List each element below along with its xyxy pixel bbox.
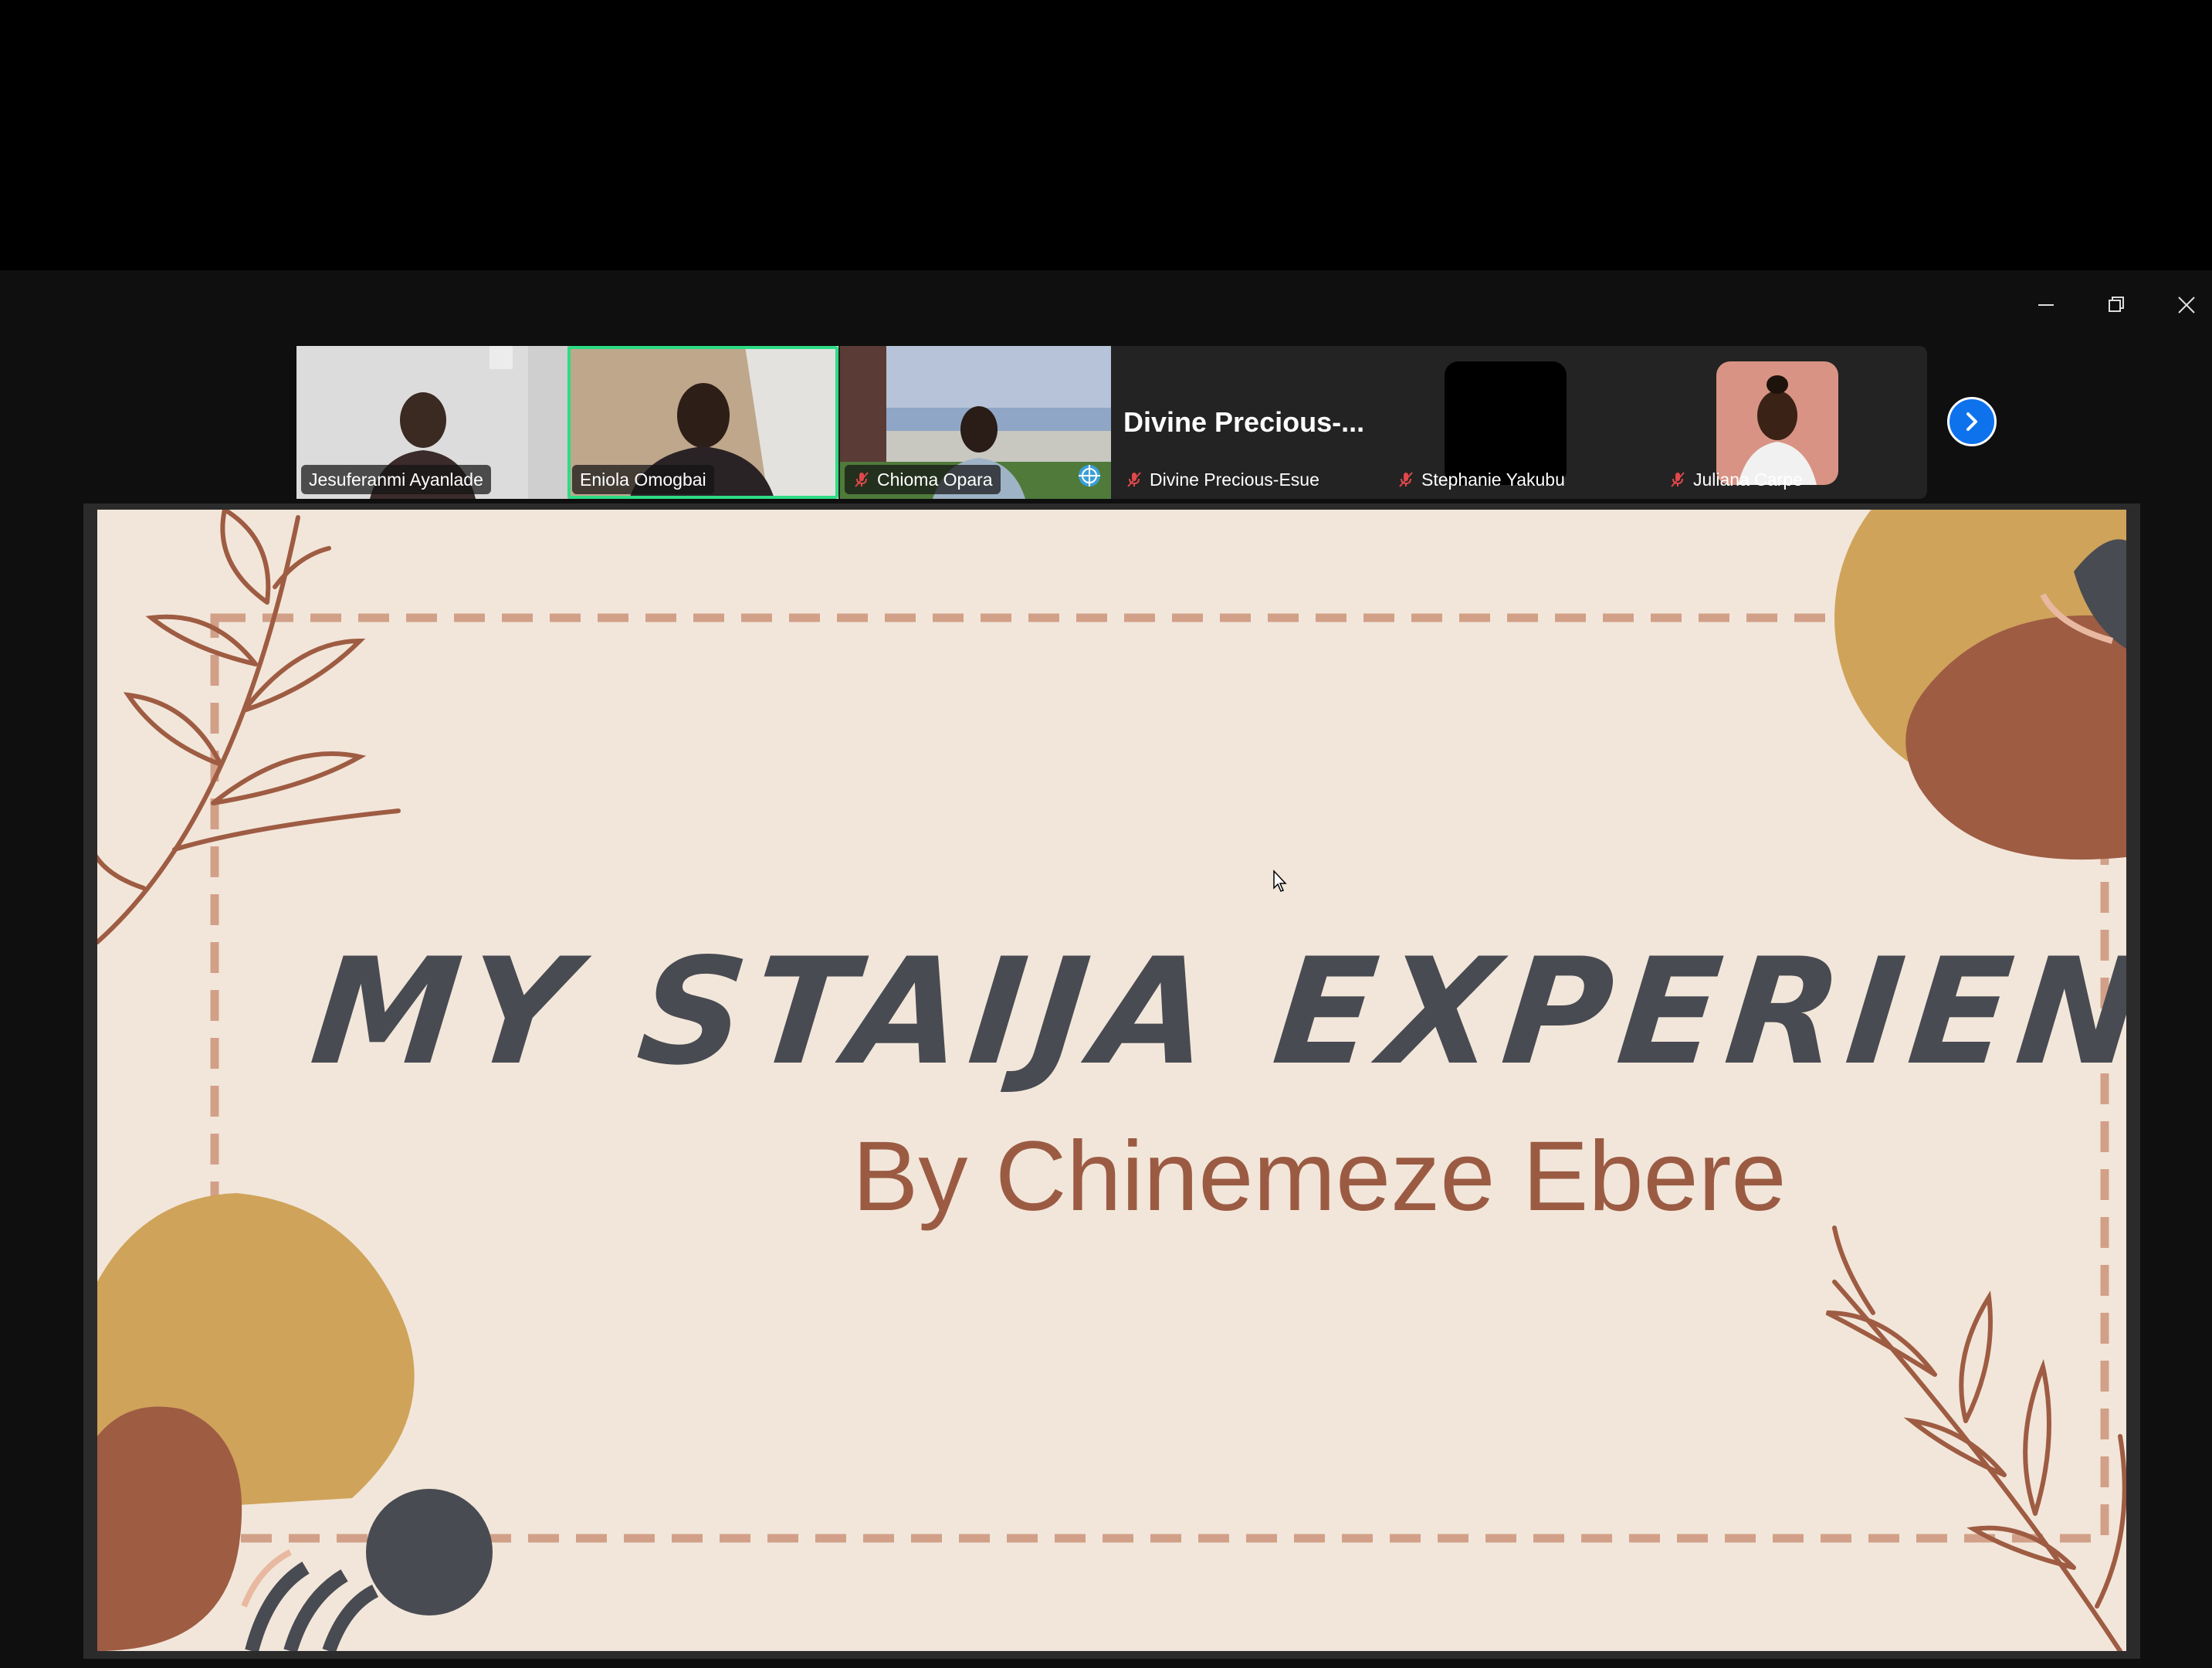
- participant-tile[interactable]: Divine Precious-... Divine Precious-Esue: [1113, 346, 1384, 499]
- restore-button[interactable]: [2093, 287, 2139, 323]
- participant-name-tag: Stephanie Yakubu: [1389, 465, 1573, 494]
- minimize-button[interactable]: [2023, 287, 2069, 323]
- restore-icon: [2109, 297, 2124, 312]
- close-icon: [2178, 297, 2195, 314]
- shared-slide: MY STAIJA EXPERIENCE By Chinemeze Ebere: [97, 510, 2126, 1651]
- mouse-cursor-icon: [1273, 870, 1287, 892]
- participant-name-tag: Divine Precious-Esue: [1117, 465, 1327, 494]
- muted-microphone-icon: [1668, 470, 1687, 489]
- participant-tile[interactable]: Stephanie Yakubu: [1384, 346, 1655, 499]
- participant-name: Jesuferanmi Ayanlade: [309, 469, 483, 490]
- participant-name: Eniola Omogbai: [580, 469, 706, 490]
- participant-display-title: Divine Precious-...: [1123, 406, 1365, 438]
- slide-title: MY STAIJA EXPERIENCE: [304, 927, 2126, 1097]
- participant-name-tag: Juliana Carpe: [1661, 465, 1811, 494]
- next-participants-button[interactable]: [1947, 397, 1997, 446]
- participant-name-tag: Eniola Omogbai: [572, 465, 714, 494]
- muted-microphone-icon: [1125, 470, 1143, 489]
- participant-tile[interactable]: Jesuferanmi Ayanlade: [296, 346, 567, 499]
- participant-name-tag: Chioma Opara: [845, 465, 1001, 494]
- muted-microphone-icon: [1397, 470, 1415, 489]
- participant-name: Juliana Carpe: [1693, 469, 1803, 490]
- minimize-icon: [2038, 304, 2054, 306]
- screen-top-black-area: [0, 0, 2212, 270]
- participant-name-tag: Jesuferanmi Ayanlade: [301, 465, 491, 494]
- participant-name: Chioma Opara: [877, 469, 993, 490]
- participant-tile[interactable]: Juliana Carpe: [1656, 346, 1927, 499]
- participant-tile-active-speaker[interactable]: Eniola Omogbai: [567, 346, 838, 499]
- slide-subtitle: By Chinemeze Ebere: [852, 1121, 1787, 1232]
- chevron-right-icon: [1966, 412, 1977, 431]
- close-button[interactable]: [2163, 287, 2210, 323]
- participant-tile[interactable]: Chioma Opara: [840, 346, 1111, 499]
- participant-name: Divine Precious-Esue: [1150, 469, 1319, 490]
- muted-microphone-icon: [852, 470, 871, 489]
- participant-name: Stephanie Yakubu: [1421, 469, 1565, 490]
- network-icon: [1077, 463, 1102, 488]
